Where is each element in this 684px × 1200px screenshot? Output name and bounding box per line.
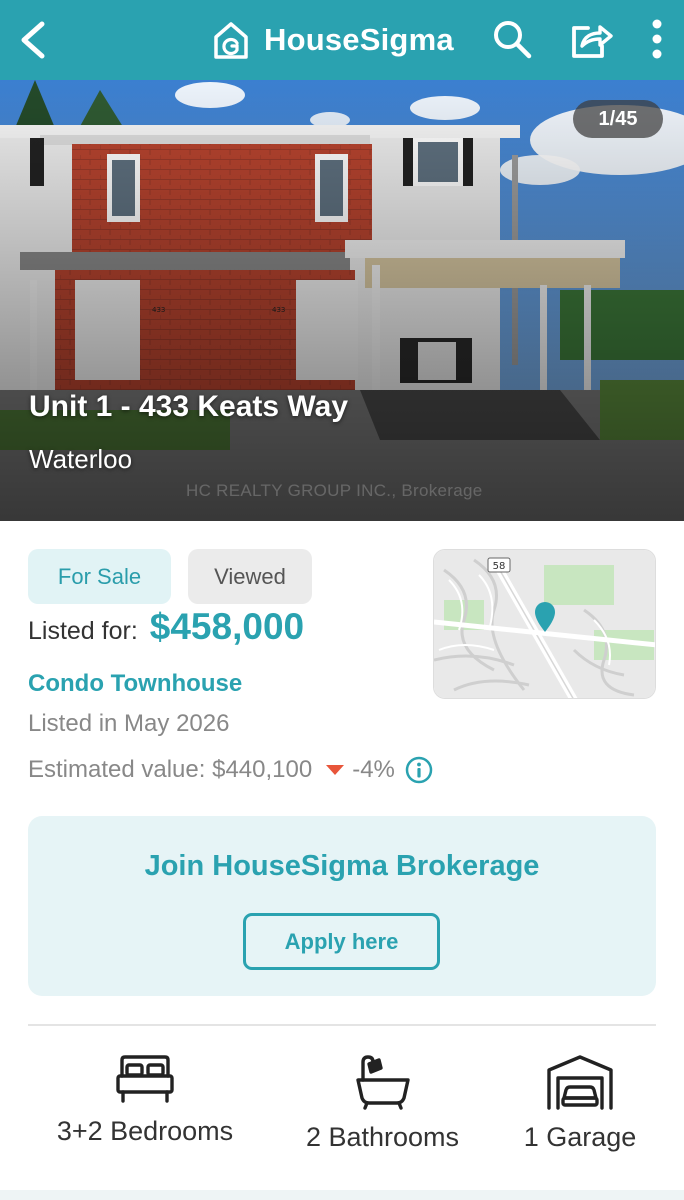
bottom-strip <box>0 1190 684 1200</box>
listing-price: $458,000 <box>149 606 305 647</box>
listed-date: Listed in May 2026 <box>28 710 230 737</box>
listing-photo[interactable]: 433 433 1/45 Unit 1 - 433 Keats Way Wate… <box>0 80 684 521</box>
section-divider <box>28 1024 656 1026</box>
viewed-badge: Viewed <box>188 549 312 604</box>
bed-icon <box>116 1055 174 1103</box>
back-arrow-icon[interactable] <box>14 18 54 62</box>
map-thumbnail[interactable]: 58 <box>433 549 656 699</box>
brand[interactable]: HouseSigma <box>212 18 454 62</box>
map-road-label: 58 <box>493 561 506 572</box>
brokerage-watermark: HC REALTY GROUP INC., Brokerage <box>186 481 483 500</box>
house-logo-icon <box>214 22 248 59</box>
estimated-value: Estimated value: $440,100 <box>28 756 313 783</box>
bathrooms-label: 2 Bathrooms <box>305 1122 460 1152</box>
listed-for-label: Listed for: <box>28 617 138 645</box>
bedrooms-label: 3+2 Bedrooms <box>56 1116 234 1146</box>
map-graphic: 58 <box>434 550 655 698</box>
photo-counter: 1/45 <box>573 100 663 138</box>
property-type-link[interactable]: Condo Townhouse <box>28 670 242 698</box>
listing-city: Waterloo <box>29 444 133 474</box>
garage-icon <box>547 1055 613 1110</box>
price-row: Listed for: $458,000 <box>28 606 304 652</box>
bathrooms-feature: 2 Bathrooms <box>290 1054 475 1153</box>
search-icon[interactable] <box>491 18 533 60</box>
more-vertical-icon[interactable] <box>644 17 670 61</box>
status-badge: For Sale <box>28 549 171 604</box>
bathtub-icon <box>355 1055 410 1110</box>
estimated-value-row: Estimated value: $440,100 -4% <box>28 755 433 785</box>
brokerage-promo-card: Join HouseSigma Brokerage Apply here <box>28 816 656 996</box>
apply-here-button[interactable]: Apply here <box>243 913 440 970</box>
info-icon[interactable] <box>405 756 433 784</box>
bedrooms-feature: 3+2 Bedrooms <box>40 1054 250 1147</box>
listing-address: Unit 1 - 433 Keats Way <box>29 390 348 423</box>
garage-label: 1 Garage <box>523 1122 637 1152</box>
brand-name: HouseSigma <box>264 22 454 57</box>
garage-feature: 1 Garage <box>510 1054 650 1153</box>
estimate-change: -4% <box>352 756 395 783</box>
share-icon[interactable] <box>568 18 614 60</box>
promo-title: Join HouseSigma Brokerage <box>144 850 540 882</box>
decrease-arrow-icon <box>326 765 345 775</box>
top-app-bar: HouseSigma <box>0 0 684 80</box>
